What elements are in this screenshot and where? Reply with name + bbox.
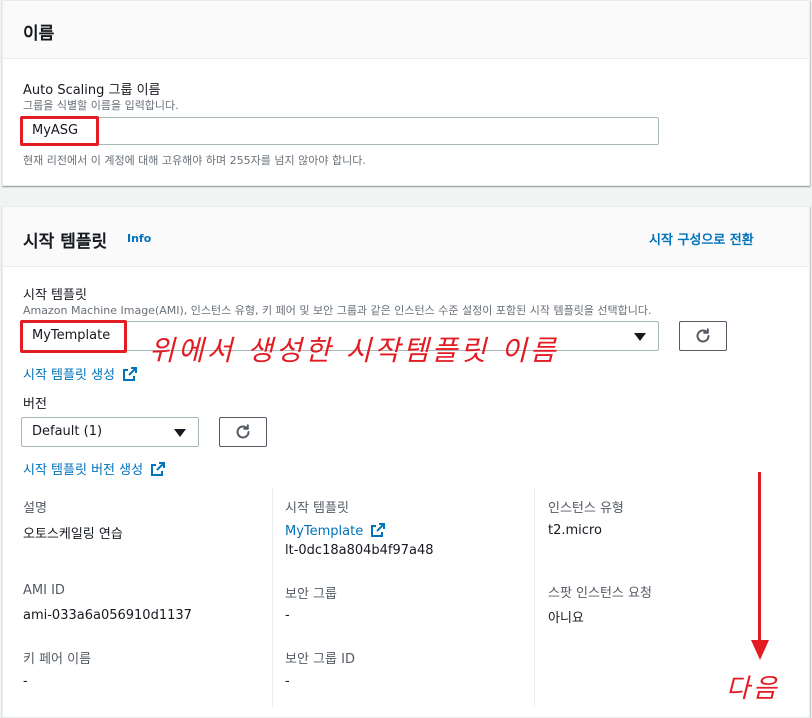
description-value: 오토스케일링 연습 — [23, 527, 123, 542]
ami-id-value: ami-033a6a056910d1137 — [23, 608, 192, 623]
security-group-id-label: 보안 그룹 ID — [285, 652, 355, 667]
name-panel: 이름 Auto Scaling 그룹 이름 그룹을 식별할 이름을 입력합니다.… — [2, 0, 810, 186]
name-panel-header: 이름 — [3, 1, 809, 59]
version-select[interactable]: Default (1) — [21, 417, 199, 447]
launch-template-panel: 시작 템플릿 Info 시작 구성으로 전환 시작 템플릿 Amazon Mac… — [2, 206, 810, 718]
next-annotation: 다음 — [726, 674, 780, 704]
refresh-icon — [236, 424, 250, 439]
chevron-down-icon — [634, 333, 646, 341]
spot-request-value: 아니요 — [548, 611, 584, 626]
security-group-label: 보안 그룹 — [285, 587, 337, 602]
asg-name-label: Auto Scaling 그룹 이름 — [23, 83, 161, 98]
refresh-templates-button[interactable] — [679, 321, 727, 351]
next-arrow-head — [751, 640, 769, 660]
instance-type-label: 인스턴스 유형 — [548, 501, 624, 516]
launch-template-title: 시작 템플릿 — [23, 232, 108, 252]
refresh-versions-button[interactable] — [219, 417, 267, 447]
external-link-icon — [371, 523, 386, 537]
launch-template-label: 시작 템플릿 — [23, 288, 87, 303]
ami-id-label: AMI ID — [23, 583, 65, 598]
template-detail-link[interactable]: MyTemplate — [285, 523, 386, 539]
template-detail-label: 시작 템플릿 — [285, 501, 349, 516]
asg-name-description: 그룹을 식별할 이름을 입력합니다. — [23, 99, 179, 112]
launch-template-header: 시작 템플릿 Info 시작 구성으로 전환 — [3, 207, 809, 267]
key-pair-value: - — [23, 674, 28, 689]
create-template-version-text: 시작 템플릿 버전 생성 — [23, 463, 144, 478]
next-arrow-line — [758, 472, 761, 642]
launch-template-description: Amazon Machine Image(AMI), 인스턴스 유형, 키 페어… — [23, 304, 652, 317]
template-detail-link-text: MyTemplate — [285, 524, 364, 539]
name-panel-title: 이름 — [23, 24, 55, 44]
instance-type-value: t2.micro — [548, 523, 602, 538]
security-group-id-value: - — [285, 674, 290, 689]
template-id-value: lt-0dc18a804b4f97a48 — [285, 543, 434, 558]
details-divider-1 — [272, 487, 273, 707]
external-link-icon — [151, 462, 166, 476]
template-name-annotation: 위에서 생성한 시작템플릿 이름 — [149, 334, 559, 367]
version-selected: Default (1) — [32, 424, 103, 439]
external-link-icon — [123, 367, 138, 381]
refresh-icon — [696, 328, 710, 343]
asg-name-input[interactable]: MyASG — [21, 117, 659, 145]
security-group-value: - — [285, 608, 290, 623]
create-launch-template-link[interactable]: 시작 템플릿 생성 — [23, 364, 138, 383]
switch-to-launch-config-link[interactable]: 시작 구성으로 전환 — [649, 229, 754, 248]
key-pair-label: 키 페어 이름 — [23, 652, 92, 667]
asg-name-hint: 현재 리전에서 이 계정에 대해 고유해야 하며 255자를 넘지 않아야 합니… — [23, 154, 366, 167]
chevron-down-icon — [174, 429, 186, 437]
create-launch-template-text: 시작 템플릿 생성 — [23, 368, 115, 383]
asg-name-highlight — [20, 116, 99, 146]
launch-template-highlight — [20, 320, 127, 353]
version-label: 버전 — [23, 397, 47, 412]
info-link[interactable]: Info — [127, 232, 151, 245]
description-label: 설명 — [23, 501, 47, 516]
create-template-version-link[interactable]: 시작 템플릿 버전 생성 — [23, 459, 166, 478]
spot-request-label: 스팟 인스턴스 요청 — [548, 586, 652, 601]
details-divider-2 — [534, 487, 535, 707]
